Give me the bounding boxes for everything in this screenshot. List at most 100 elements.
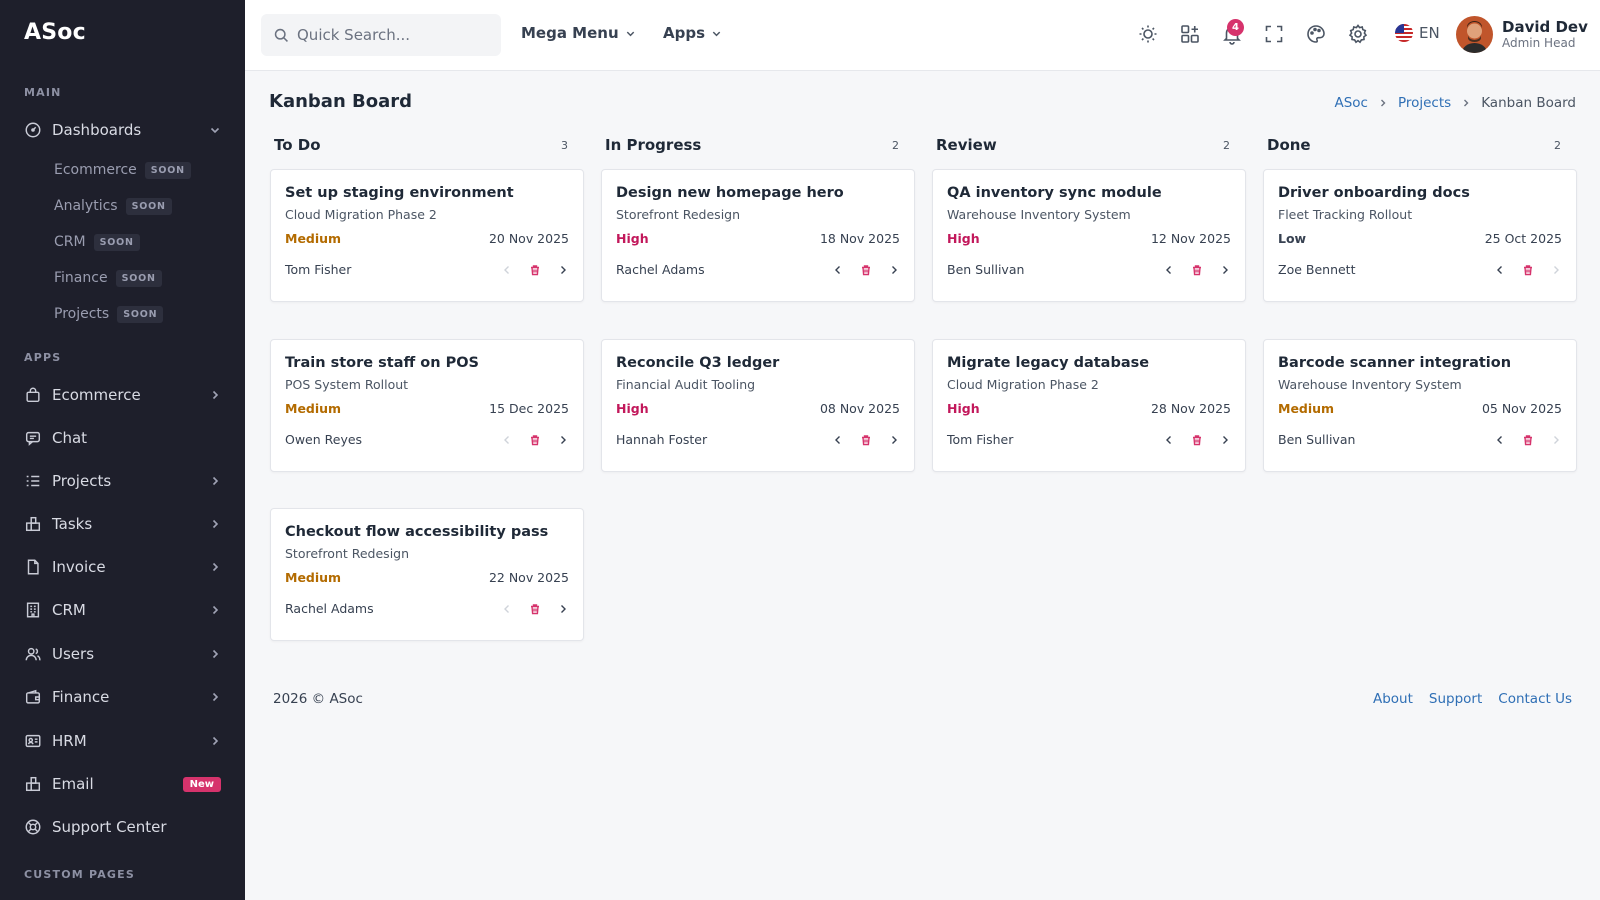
apps-menu-button[interactable]: Apps xyxy=(663,24,722,42)
fullscreen-icon[interactable] xyxy=(1263,23,1285,45)
sidebar-subitem-projects[interactable]: Projects SOON xyxy=(54,302,164,326)
sidebar-item-label: Tasks xyxy=(52,515,93,533)
sidebar-item-invoice[interactable]: Invoice xyxy=(0,549,245,585)
card-actions xyxy=(816,434,900,446)
sidebar-item-users[interactable]: Users xyxy=(0,636,245,672)
kanban-card[interactable]: Reconcile Q3 ledger Financial Audit Tooli… xyxy=(601,339,915,472)
move-left-chevron-icon[interactable] xyxy=(1163,434,1175,446)
footer-link-contact-us[interactable]: Contact Us xyxy=(1498,691,1572,707)
footer-link-support[interactable]: Support xyxy=(1429,691,1482,707)
sidebar: ASoc MAIN Dashboards Ecommerce SOON Anal… xyxy=(0,0,245,900)
sidebar-item-label: Users xyxy=(52,645,95,663)
sidebar-subitem-ecommerce[interactable]: Ecommerce SOON xyxy=(54,158,191,182)
trash-icon[interactable] xyxy=(1522,434,1534,446)
sidebar-item-dashboards[interactable]: Dashboards xyxy=(0,112,245,148)
gear-icon[interactable] xyxy=(1347,23,1369,45)
trash-icon[interactable] xyxy=(529,603,541,615)
card-meta: High 18 Nov 2025 xyxy=(616,231,900,246)
column-count: 2 xyxy=(1223,138,1230,152)
sidebar-item-chat[interactable]: Chat xyxy=(0,420,245,456)
kanban-card[interactable]: Driver onboarding docs Fleet Tracking Rol… xyxy=(1263,169,1577,302)
sidebar-item-projects[interactable]: Projects xyxy=(0,463,245,499)
move-right-chevron-icon[interactable] xyxy=(888,434,900,446)
kanban-card[interactable]: Checkout flow accessibility pass Storefro… xyxy=(270,508,584,641)
card-footer: Owen Reyes xyxy=(285,432,569,447)
mega-menu-button[interactable]: Mega Menu xyxy=(521,24,636,42)
footer-link-about[interactable]: About xyxy=(1373,691,1413,707)
move-right-chevron-icon[interactable] xyxy=(1219,434,1231,446)
sidebar-item-support-center[interactable]: Support Center xyxy=(0,809,245,845)
palette-icon[interactable] xyxy=(1305,23,1327,45)
chevron-right-icon xyxy=(209,561,221,573)
page-title: Kanban Board xyxy=(269,91,413,112)
sidebar-item-email[interactable]: Email New xyxy=(0,766,245,802)
user-role: Admin Head xyxy=(1502,36,1576,50)
sun-icon[interactable] xyxy=(1137,23,1159,45)
footer-copyright: 2026 © ASoc xyxy=(273,691,363,707)
trash-icon[interactable] xyxy=(529,434,541,446)
priority-label: High xyxy=(616,231,649,246)
move-right-chevron-icon[interactable] xyxy=(1219,264,1231,276)
kanban-card[interactable]: Barcode scanner integration Warehouse Inv… xyxy=(1263,339,1577,472)
card-title: Design new homepage hero xyxy=(616,185,844,201)
move-left-chevron-icon[interactable] xyxy=(1163,264,1175,276)
move-left-chevron-icon[interactable] xyxy=(832,434,844,446)
trash-icon[interactable] xyxy=(1191,434,1203,446)
chevron-down-icon xyxy=(625,28,636,39)
search-input[interactable] xyxy=(297,26,487,44)
kanban-card[interactable]: Migrate legacy database Cloud Migration P… xyxy=(932,339,1246,472)
breadcrumb-link-home[interactable]: ASoc xyxy=(1334,95,1368,111)
user-profile-menu[interactable]: David Dev Admin Head xyxy=(1456,16,1588,53)
sidebar-item-tasks[interactable]: Tasks xyxy=(0,506,245,542)
sidebar-item-label: Support Center xyxy=(52,818,167,836)
breadcrumb-link-projects[interactable]: Projects xyxy=(1398,95,1451,111)
move-left-chevron-icon[interactable] xyxy=(1494,264,1506,276)
avatar xyxy=(1456,16,1493,53)
trash-icon[interactable] xyxy=(860,264,872,276)
move-left-chevron-icon[interactable] xyxy=(832,264,844,276)
sidebar-subitem-crm[interactable]: CRM SOON xyxy=(54,230,140,254)
sidebar-item-crm[interactable]: CRM xyxy=(0,592,245,628)
move-right-chevron-icon[interactable] xyxy=(557,434,569,446)
apps-grid-icon[interactable] xyxy=(1179,23,1201,45)
sidebar-item-ecommerce[interactable]: Ecommerce xyxy=(0,377,245,413)
move-right-chevron-icon[interactable] xyxy=(557,603,569,615)
sidebar-subitem-finance[interactable]: Finance SOON xyxy=(54,266,162,290)
sidebar-subitem-analytics[interactable]: Analytics SOON xyxy=(54,194,172,218)
sidebar-subitem-label: Analytics xyxy=(54,198,118,214)
move-left-chevron-icon[interactable] xyxy=(1494,434,1506,446)
move-right-chevron-icon[interactable] xyxy=(557,264,569,276)
due-date: 05 Nov 2025 xyxy=(1481,401,1562,416)
gauge-icon xyxy=(24,121,42,139)
priority-label: Low xyxy=(1278,231,1307,246)
kanban-card[interactable]: Train store staff on POS POS System Rollo… xyxy=(270,339,584,472)
priority-label: Medium xyxy=(285,401,342,416)
move-right-chevron-icon[interactable] xyxy=(888,264,900,276)
chat-icon xyxy=(24,429,42,447)
trash-icon[interactable] xyxy=(860,434,872,446)
kanban-card[interactable]: QA inventory sync module Warehouse Invent… xyxy=(932,169,1246,302)
kanban-card[interactable]: Set up staging environment Cloud Migratio… xyxy=(270,169,584,302)
sidebar-item-label: Finance xyxy=(52,688,110,706)
trash-icon[interactable] xyxy=(529,264,541,276)
card-meta: High 08 Nov 2025 xyxy=(616,401,900,416)
card-title: Driver onboarding docs xyxy=(1278,185,1470,201)
language-selector[interactable]: EN xyxy=(1395,24,1440,42)
card-actions xyxy=(485,434,569,446)
trash-icon[interactable] xyxy=(1522,264,1534,276)
card-meta: Medium 15 Dec 2025 xyxy=(285,401,569,416)
sidebar-item-hrm[interactable]: HRM xyxy=(0,723,245,759)
lifebuoy-icon xyxy=(24,818,42,836)
card-footer: Hannah Foster xyxy=(616,432,900,447)
email-icon xyxy=(24,775,42,793)
card-project: Warehouse Inventory System xyxy=(947,207,1131,222)
quick-search[interactable] xyxy=(261,14,501,56)
breadcrumb: ASoc Projects Kanban Board xyxy=(1334,95,1576,111)
kanban-card[interactable]: Design new homepage hero Storefront Redes… xyxy=(601,169,915,302)
chevron-right-icon xyxy=(209,389,221,401)
brand-logo[interactable]: ASoc xyxy=(0,0,245,68)
trash-icon[interactable] xyxy=(1191,264,1203,276)
sidebar-item-finance[interactable]: Finance xyxy=(0,679,245,715)
assignee-name: Hannah Foster xyxy=(616,432,708,447)
card-project: Storefront Redesign xyxy=(616,207,741,222)
